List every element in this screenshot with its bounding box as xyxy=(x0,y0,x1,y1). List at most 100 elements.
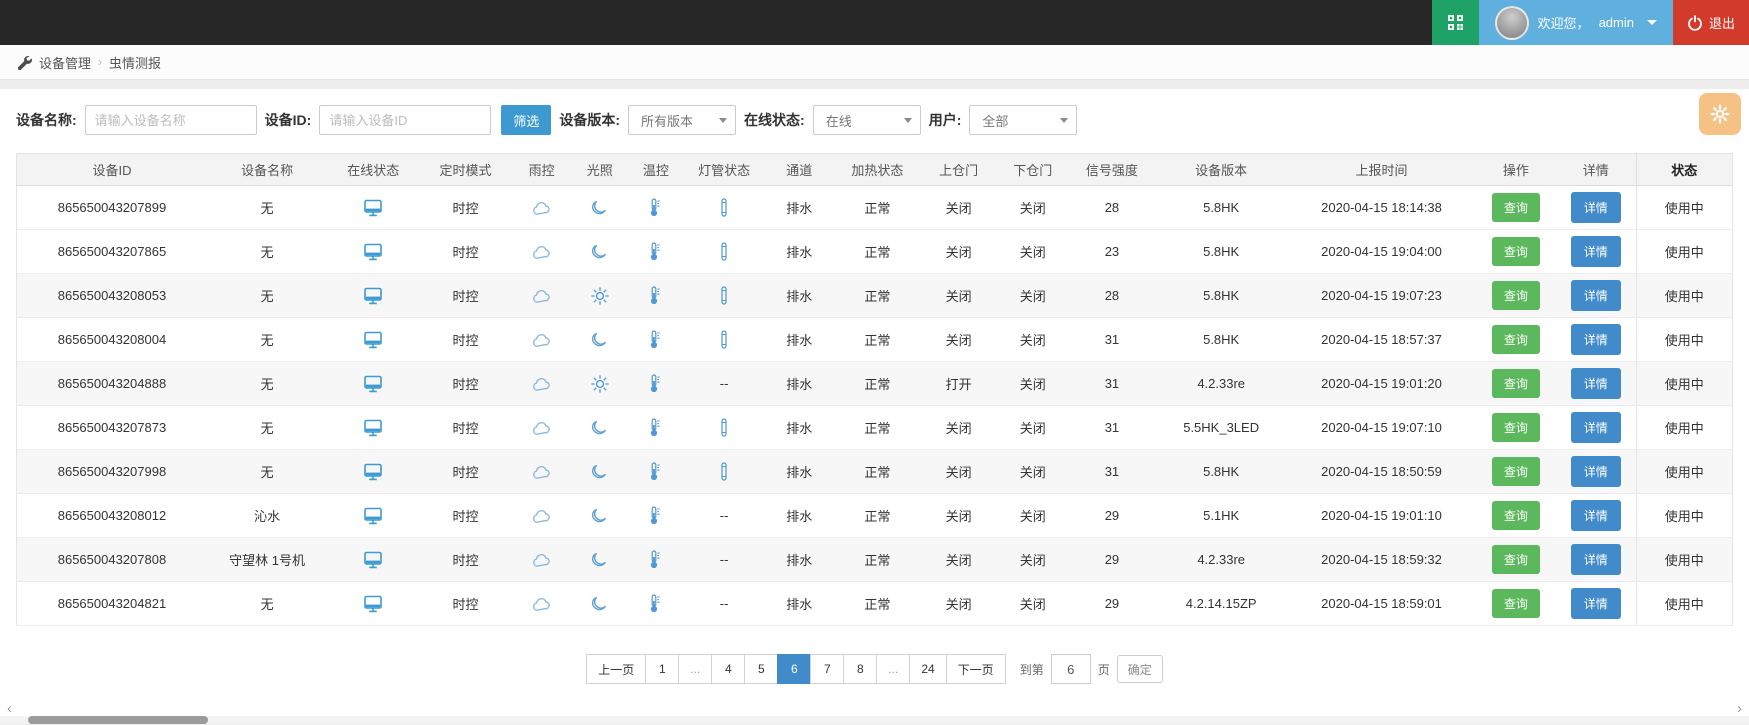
table-row: 865650043207865 无 时控 排水 正常 关闭 关闭 23 5.8H… xyxy=(16,229,1733,274)
next-page-button[interactable]: 下一页 xyxy=(945,654,1006,684)
pagination-goto: 到第 页 确定 xyxy=(1020,654,1163,684)
cell-temp-control xyxy=(627,317,684,362)
page-button-8[interactable]: 8 xyxy=(843,654,878,684)
detail-button[interactable]: 详情 xyxy=(1570,412,1621,443)
user-select[interactable]: 全部 xyxy=(969,105,1078,135)
column-header: 状态 xyxy=(1635,153,1733,186)
table-header-row: 设备ID 设备名称 在线状态 定时模式 雨控 光照 温控 灯管状态 通道 加热状态 上仓门 下仓门 信号… xyxy=(16,153,1733,186)
online-status-select[interactable]: 在线 xyxy=(812,105,921,135)
page-ellipsis[interactable]: ... xyxy=(876,654,911,684)
device-id-input[interactable] xyxy=(319,105,492,135)
cell-online-status xyxy=(327,361,420,406)
logout-button[interactable]: 退出 xyxy=(1672,0,1749,45)
cell-device-id: 865650043204888 xyxy=(16,361,207,406)
cell-rain-control xyxy=(511,185,572,230)
scroll-left-arrow[interactable]: ‹ xyxy=(7,701,12,716)
cell-operation: 查询 xyxy=(1475,185,1556,230)
cell-heating-status: 正常 xyxy=(834,581,921,626)
query-button[interactable]: 查询 xyxy=(1491,457,1540,486)
pagination-pages: 上一页 1... 4 5 6 7 8... 24 下一页 xyxy=(586,654,1006,684)
cell-upper-door: 关闭 xyxy=(920,229,997,274)
power-icon xyxy=(1688,14,1702,31)
cell-operation: 查询 xyxy=(1475,273,1556,318)
lamp-tube-icon xyxy=(721,242,727,261)
monitor-icon xyxy=(364,419,383,436)
cell-device-version: 5.8HK xyxy=(1155,229,1288,274)
cell-status: 使用中 xyxy=(1635,361,1733,406)
cell-report-time: 2020-04-15 19:07:10 xyxy=(1287,405,1476,450)
cell-heating-status: 正常 xyxy=(834,405,921,450)
query-button[interactable]: 查询 xyxy=(1491,237,1540,266)
query-button[interactable]: 查询 xyxy=(1491,281,1540,310)
cell-channel: 排水 xyxy=(764,185,835,230)
prev-page-button[interactable]: 上一页 xyxy=(586,654,647,684)
cell-device-name: 无 xyxy=(206,185,328,230)
settings-fab-button[interactable] xyxy=(1699,93,1741,135)
breadcrumb-item-device-management[interactable]: 设备管理 xyxy=(39,53,91,72)
detail-button[interactable]: 详情 xyxy=(1570,500,1621,531)
page-button-7[interactable]: 7 xyxy=(810,654,845,684)
cell-light-status xyxy=(571,581,628,626)
cloud-icon xyxy=(532,465,550,479)
detail-button[interactable]: 详情 xyxy=(1570,456,1621,487)
query-button[interactable]: 查询 xyxy=(1491,193,1540,222)
detail-button[interactable]: 详情 xyxy=(1570,280,1621,311)
lamp-tube-icon xyxy=(721,418,727,437)
cell-status: 使用中 xyxy=(1635,581,1733,626)
filter-button[interactable]: 筛选 xyxy=(501,105,552,135)
page-button-24[interactable]: 24 xyxy=(909,654,947,684)
lamp-tube-icon xyxy=(721,286,727,305)
detail-button[interactable]: 详情 xyxy=(1570,368,1621,399)
scroll-right-arrow[interactable]: › xyxy=(1737,701,1742,716)
cell-device-version: 4.2.33re xyxy=(1155,361,1288,406)
monitor-icon xyxy=(364,551,383,568)
detail-button[interactable]: 详情 xyxy=(1570,324,1621,355)
page-button-4[interactable]: 4 xyxy=(711,654,746,684)
qr-code-button[interactable] xyxy=(1431,0,1479,45)
horizontal-scrollbar-track[interactable] xyxy=(0,716,1749,724)
cell-timer-mode: 时控 xyxy=(419,449,512,494)
query-button[interactable]: 查询 xyxy=(1491,325,1540,354)
device-name-input[interactable] xyxy=(84,105,257,135)
device-name-label: 设备名称: xyxy=(16,112,77,128)
goto-confirm-button[interactable]: 确定 xyxy=(1116,655,1163,683)
thermometer-icon xyxy=(651,594,661,613)
device-id-label: 设备ID: xyxy=(264,112,312,128)
detail-button[interactable]: 详情 xyxy=(1570,544,1621,575)
cell-lower-door: 关闭 xyxy=(996,581,1069,626)
cell-light-status xyxy=(571,449,628,494)
content-panel: 设备名称: 设备ID: 筛选 设备版本: 所有版本 在线状态: 在线 用户: 全… xyxy=(0,89,1749,724)
query-button[interactable]: 查询 xyxy=(1491,545,1540,574)
table-row: 865650043208004 无 时控 排水 正常 关闭 关闭 31 5.8H… xyxy=(16,317,1733,362)
cell-device-id: 865650043208004 xyxy=(16,317,207,362)
cell-detail: 详情 xyxy=(1555,537,1637,582)
cell-temp-control xyxy=(627,537,684,582)
cell-operation: 查询 xyxy=(1475,449,1556,494)
page-ellipsis[interactable]: ... xyxy=(678,654,713,684)
cell-report-time: 2020-04-15 19:01:10 xyxy=(1287,493,1476,538)
user-menu[interactable]: 欢迎您， admin xyxy=(1478,0,1673,45)
user-label: 用户: xyxy=(928,112,962,128)
device-version-select[interactable]: 所有版本 xyxy=(628,105,737,135)
page-button-1[interactable]: 1 xyxy=(645,654,680,684)
cloud-icon xyxy=(532,553,550,567)
query-button[interactable]: 查询 xyxy=(1491,369,1540,398)
device-version-label: 设备版本: xyxy=(559,112,621,128)
breadcrumb-item-pest-report: 虫情测报 xyxy=(109,55,162,71)
goto-page-input[interactable] xyxy=(1050,654,1091,684)
cell-channel: 排水 xyxy=(764,537,835,582)
cell-operation: 查询 xyxy=(1475,317,1556,362)
cell-detail: 详情 xyxy=(1555,317,1637,362)
query-button[interactable]: 查询 xyxy=(1491,589,1540,618)
query-button[interactable]: 查询 xyxy=(1491,413,1540,442)
cell-device-name: 无 xyxy=(206,273,328,318)
query-button[interactable]: 查询 xyxy=(1491,501,1540,530)
detail-button[interactable]: 详情 xyxy=(1570,236,1621,267)
lamp-tube-icon xyxy=(721,330,727,349)
page-button-6[interactable]: 6 xyxy=(777,654,812,684)
detail-button[interactable]: 详情 xyxy=(1570,192,1621,223)
horizontal-scrollbar-thumb[interactable] xyxy=(28,716,208,724)
breadcrumb-separator: › xyxy=(98,55,103,69)
detail-button[interactable]: 详情 xyxy=(1570,588,1621,619)
page-button-5[interactable]: 5 xyxy=(744,654,779,684)
